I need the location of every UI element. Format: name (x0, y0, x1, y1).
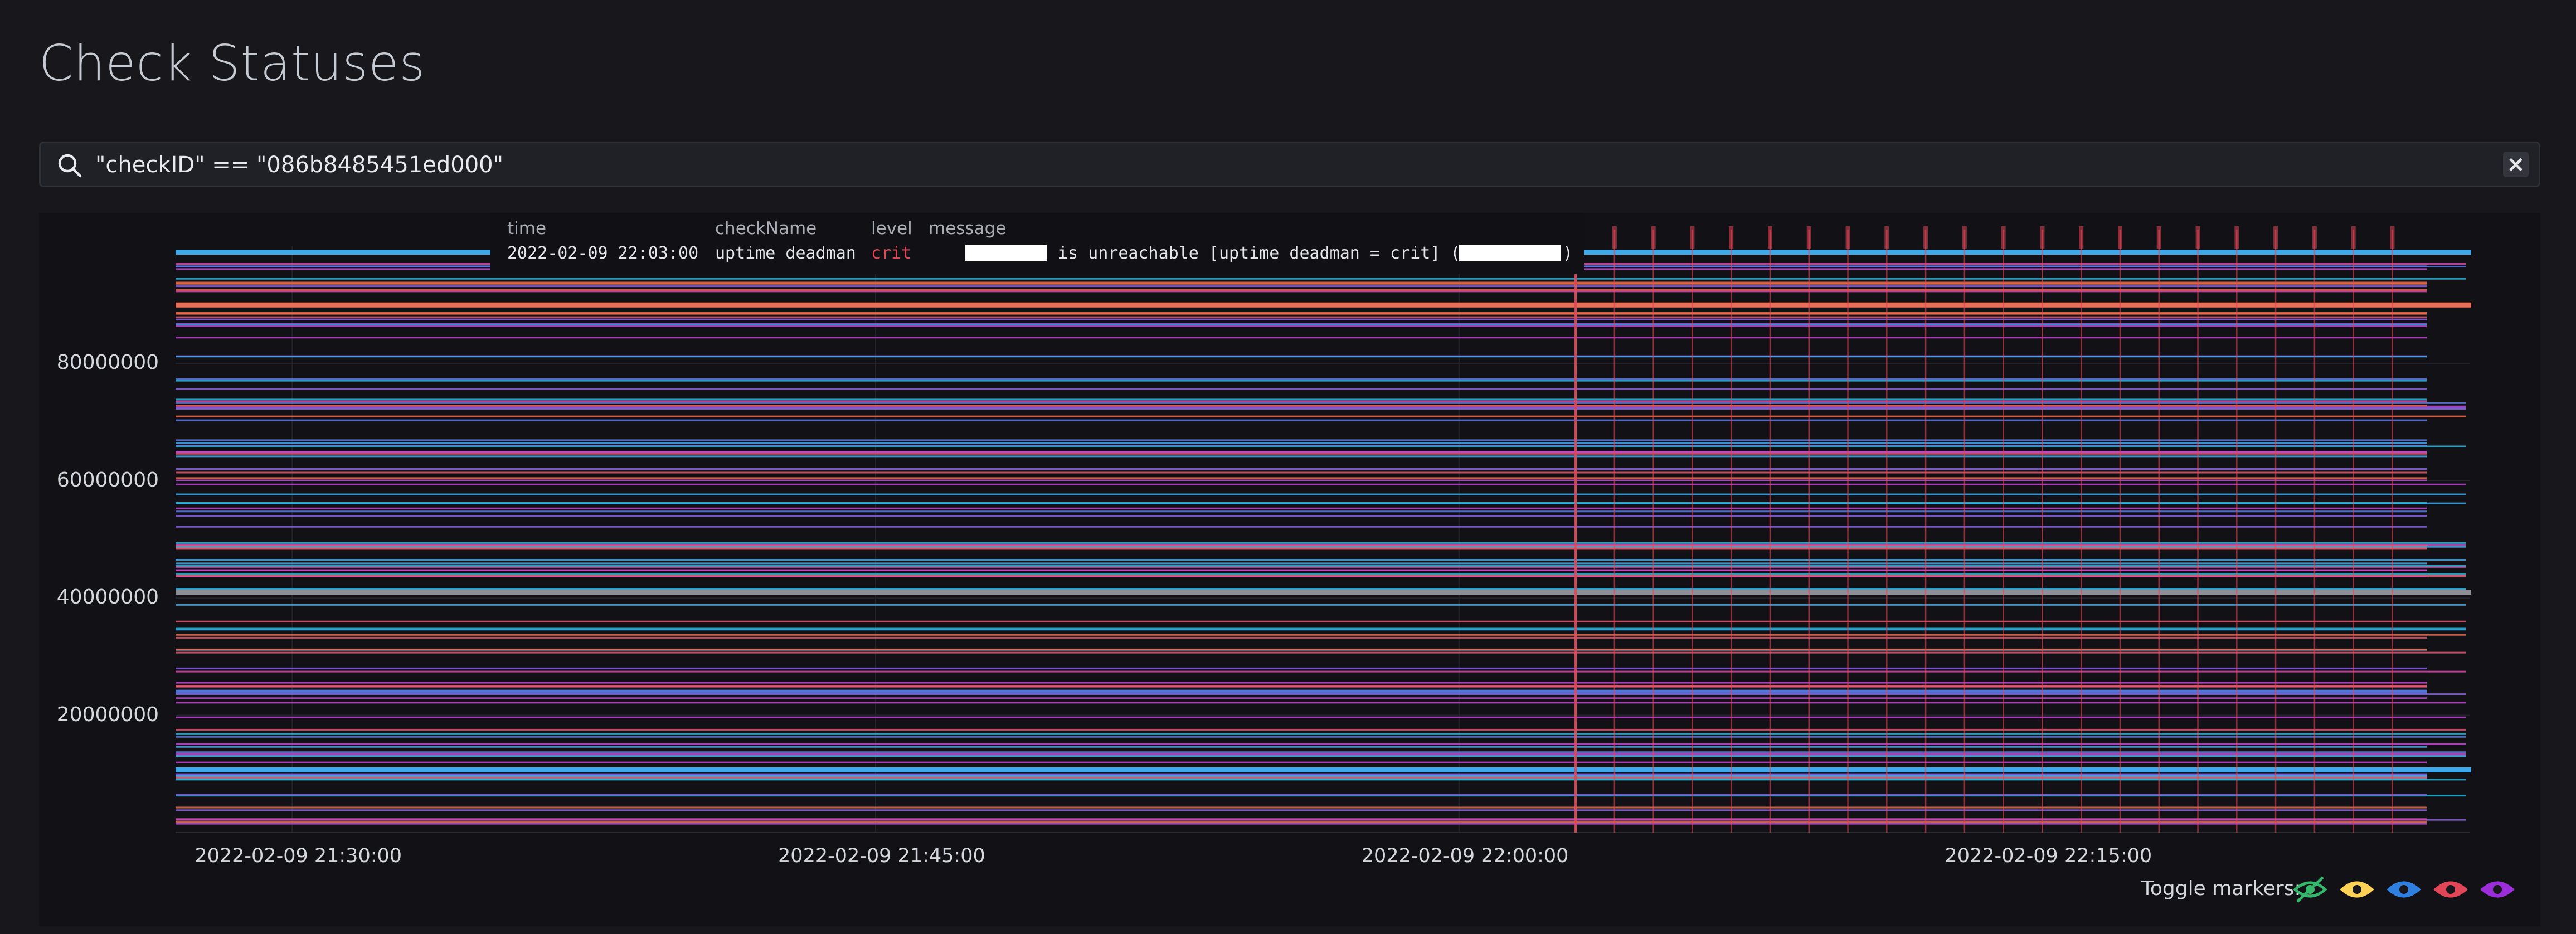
y-tick-label: 20000000 (56, 703, 159, 726)
y-tick-label: 40000000 (56, 586, 159, 609)
x-tick-label: 2022-02-09 22:15:00 (1945, 845, 2152, 867)
tooltip-message: is unreachable [uptime deadman = crit] ( (1058, 244, 1461, 263)
crit-marker-flag (1806, 226, 1811, 249)
toggle-info-markers-button[interactable] (2339, 873, 2375, 906)
crit-marker-flag (2351, 226, 2356, 249)
tooltip-level: crit (871, 244, 912, 263)
crit-marker-flag (1729, 226, 1734, 249)
clear-search-button[interactable]: × (2503, 152, 2529, 177)
crit-marker-flag (1845, 226, 1850, 249)
crit-marker-flag (1690, 226, 1695, 249)
status-tooltip: time checkName level message 2022-02-09 … (490, 213, 1584, 274)
eye-icon (2433, 881, 2468, 898)
tooltip-time: 2022-02-09 22:03:00 (507, 244, 699, 263)
page-title: Check Statuses (39, 35, 426, 92)
toggle-ok-markers-button[interactable] (2292, 873, 2329, 906)
crit-marker-flag (2273, 226, 2278, 249)
toggle-markers-label: Toggle markers: (2141, 877, 2301, 900)
crit-marker-flag (1884, 226, 1889, 249)
crit-marker-flag (2117, 226, 2122, 249)
search-icon (58, 154, 82, 178)
redacted-host (965, 245, 1047, 261)
x-tick-label: 2022-02-09 21:30:00 (195, 845, 402, 867)
eye-icon (2387, 881, 2421, 898)
crit-marker-flag (1962, 226, 1967, 249)
eye-icon (2480, 881, 2515, 898)
eye-icon (2340, 881, 2374, 898)
search-input[interactable] (94, 143, 2437, 187)
tooltip-message-close: ) (1563, 244, 1573, 263)
crit-marker-flag (2390, 226, 2395, 249)
crit-marker-flag (1612, 226, 1617, 249)
x-tick-label: 2022-02-09 21:45:00 (778, 845, 985, 867)
tooltip-header-level: level (871, 218, 912, 239)
crit-marker-flag (2156, 226, 2161, 249)
redacted-url (1459, 245, 1561, 261)
chart-plot[interactable] (39, 213, 2540, 926)
x-tick-label: 2022-02-09 22:00:00 (1361, 845, 1569, 867)
eye-off-icon (2293, 876, 2327, 903)
crit-marker-flag (2234, 226, 2239, 249)
crit-marker-flag (2040, 226, 2045, 249)
tooltip-header-time: time (507, 218, 547, 239)
crit-marker-flag (1651, 226, 1656, 249)
close-icon: × (2506, 152, 2525, 177)
toggle-warn-markers-button[interactable] (2385, 873, 2422, 906)
crit-marker-flag (1923, 226, 1928, 249)
crit-marker-flag (2079, 226, 2084, 249)
crit-marker-flag (2001, 226, 2006, 249)
search-bar: × (39, 142, 2540, 187)
toggle-crit-markers-button[interactable] (2432, 873, 2469, 906)
crit-marker-flag (2312, 226, 2317, 249)
tooltip-header-message: message (929, 218, 1007, 239)
tooltip-header-checkname: checkName (715, 218, 817, 239)
y-tick-label: 60000000 (56, 468, 159, 492)
y-tick-label: 80000000 (56, 351, 159, 374)
crit-marker-flag (1767, 226, 1772, 249)
crit-marker-flag (2195, 226, 2200, 249)
check-status-graph[interactable]: 20000000 40000000 60000000 80000000 2022-02… (39, 213, 2540, 926)
tooltip-checkname: uptime deadman (715, 244, 856, 263)
toggle-unknown-markers-button[interactable] (2479, 873, 2516, 906)
